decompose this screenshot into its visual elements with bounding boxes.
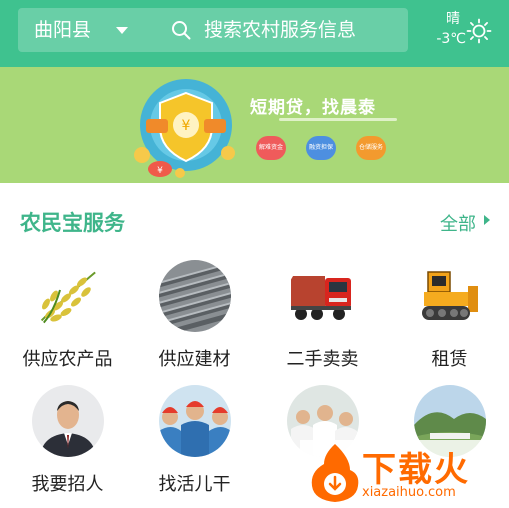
banner-subtitle [279, 116, 399, 126]
sun-icon [466, 18, 492, 44]
banner-title: 短期贷，找晨泰 [250, 98, 376, 118]
service-secondhand[interactable]: 二手卖卖 [259, 260, 386, 380]
flame-logo-icon [311, 444, 359, 502]
svg-text:¥: ¥ [182, 118, 191, 134]
search-bar[interactable]: 曲阳县 搜索农村服务信息 [18, 8, 408, 52]
rebar-icon [159, 260, 231, 332]
businessman-icon [32, 385, 104, 457]
weather-widget[interactable]: 晴 -3℃ [426, 10, 466, 50]
service-label: 二手卖卖 [286, 349, 359, 370]
service-supply-materials[interactable]: 供应建材 [131, 260, 258, 380]
service-label: 找活儿干 [158, 474, 231, 495]
rice-icon [32, 260, 104, 332]
bulldozer-icon [414, 260, 486, 332]
weather-temperature: -3℃ [436, 31, 466, 47]
watermark-url: xiazaihuo.com [362, 485, 456, 500]
service-hire[interactable]: 我要招人 [4, 385, 131, 505]
service-label: 供应建材 [158, 349, 231, 370]
svg-text:¥: ¥ [157, 166, 163, 176]
service-label: 我要招人 [31, 474, 104, 495]
view-all-link[interactable]: 全部 [440, 210, 476, 236]
pill-3[interactable]: 仓储服务 [356, 136, 386, 160]
truck-icon [287, 260, 359, 332]
pill-2[interactable]: 融资担保 [306, 136, 336, 160]
promo-banner[interactable]: ¥ ¥ 短期贷，找晨泰 解难资金 融资担保 仓储服务 [0, 67, 509, 183]
weather-condition: 晴 [446, 11, 460, 27]
service-label: 租赁 [431, 349, 468, 370]
location-selector[interactable]: 曲阳县 [34, 8, 91, 52]
pill-1[interactable]: 解难资金 [256, 136, 286, 160]
top-header: 曲阳县 搜索农村服务信息 晴 -3℃ [0, 0, 509, 67]
watermark: 下载火 xiazaihuo.com [300, 440, 509, 508]
watermark-name: 下载火 [362, 450, 470, 490]
chevron-down-icon[interactable] [116, 27, 128, 34]
search-input[interactable]: 搜索农村服务信息 [204, 8, 356, 52]
search-icon[interactable] [171, 20, 191, 40]
loan-shield-icon: ¥ ¥ [134, 79, 235, 178]
workers-icon [159, 385, 231, 457]
service-supply-agri[interactable]: 供应农产品 [4, 260, 131, 380]
service-find-work[interactable]: 找活儿干 [131, 385, 258, 505]
chevron-right-icon[interactable] [484, 215, 490, 225]
section-title: 农民宝服务 [20, 211, 125, 235]
service-label: 供应农产品 [22, 349, 113, 370]
service-rental[interactable]: 租赁 [386, 260, 509, 380]
